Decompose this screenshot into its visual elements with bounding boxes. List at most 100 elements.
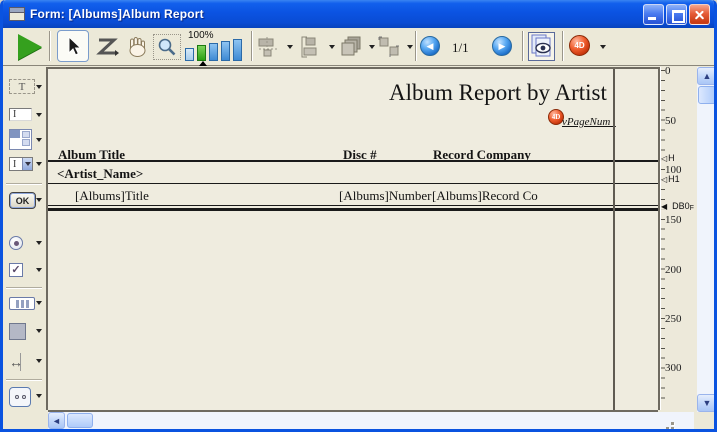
artist-name-break-object[interactable]: <Artist_Name> [57,166,143,182]
vertical-scrollbar[interactable]: ▲ ▼ [697,67,717,412]
splitter-tool-dropdown-icon[interactable] [36,359,42,363]
zoom-bar-3[interactable] [209,43,218,61]
combo-box-tool-dropdown-icon[interactable] [36,162,42,166]
page-number-variable-object[interactable]: vPageNum_ [562,116,616,128]
radio-button-tool[interactable] [9,236,23,250]
input-field-tool-dropdown-icon[interactable] [36,113,42,117]
editor-body: T I I OK ✓ ↔ [3,67,714,429]
detail-break-footer-marker[interactable]: ◀ DB0 F [661,200,694,212]
palette-separator [6,287,42,289]
scroll-left-icon[interactable]: ◄ [48,412,65,429]
break-header-section-line[interactable] [48,183,658,184]
list-box-tool[interactable] [9,129,32,150]
window-title: Form: [Albums]Album Report [30,7,204,21]
plugin-area-tool-dropdown-icon[interactable] [36,394,42,398]
scroll-down-icon[interactable]: ▼ [697,394,717,412]
rectangle-tool[interactable] [9,323,26,340]
layer-tool-button[interactable] [337,33,365,61]
field-albums-record-co[interactable]: [Albums]Record Co [432,188,538,204]
distribute-tool-button[interactable] [297,33,325,61]
ok-button-tool-icon: OK [9,192,36,209]
marker-triangle-icon: ◁ [661,175,667,184]
input-tool-icon: I [9,108,32,121]
hand-tool-button[interactable] [123,34,151,60]
database-tools-dropdown-icon[interactable] [600,45,606,49]
zoom-tool-button[interactable] [153,34,181,60]
zoom-bar-1[interactable] [185,48,194,61]
minimize-icon[interactable] [643,4,664,25]
rectangle-tool-dropdown-icon[interactable] [36,329,42,333]
marker-triangle-icon: ◀ [661,202,667,211]
static-text-tool[interactable]: T [9,79,35,94]
plugin-area-tool[interactable] [9,387,31,407]
zoom-level-control: 100% [184,29,248,65]
splitter-tool[interactable]: ↔ [9,353,33,371]
zoom-bar-4[interactable] [221,41,230,61]
layers-icon [339,35,363,59]
resize-dropdown-icon[interactable] [407,45,413,49]
play-icon [18,34,42,60]
header-section-line[interactable] [48,160,658,162]
field-albums-title[interactable]: [Albums]Title [75,188,149,204]
horizontal-scroll-thumb[interactable] [67,413,93,428]
report-title-text-object[interactable]: Album Report by Artist [389,80,607,106]
resize-tool-button[interactable] [375,33,403,61]
detail-section-line-thick[interactable] [48,208,658,211]
execute-form-button[interactable] [15,33,45,61]
zoom-bar-2-selected[interactable] [197,45,206,61]
next-page-button[interactable]: ▶ [492,36,512,56]
align-tool-button[interactable] [255,33,283,61]
break-header-marker[interactable]: ◁ H1 [661,174,680,184]
vertical-scroll-thumb[interactable] [698,86,716,104]
splitter-tool-icon: ↔ [9,353,33,371]
field-albums-number[interactable]: [Albums]Number [339,188,431,204]
resize-grip[interactable] [661,417,675,431]
scroll-up-icon[interactable]: ▲ [697,67,717,85]
combo-box-tool[interactable]: I [9,157,33,171]
horizontal-scrollbar[interactable]: ◄ ► [48,412,715,429]
form-canvas[interactable]: Album Report by Artist 4D vPageNum_ Albu… [48,69,658,410]
toolbar-separator [251,31,253,61]
input-field-tool[interactable]: I [9,108,32,121]
zoom-bar-5[interactable] [233,39,242,61]
checkbox-tool[interactable]: ✓ [9,263,23,277]
toolbar-separator [415,31,417,61]
vertical-ruler: 0 50 100 150 200 250 300 ◁ H ◁ H1 ◀ DB0 … [658,67,697,410]
button-grid-tool-dropdown-icon[interactable] [36,301,42,305]
database-tools-button[interactable]: 4D [569,35,590,56]
plugin-tool-icon [9,387,31,407]
radio-button-tool-dropdown-icon[interactable] [36,241,42,245]
previous-page-button[interactable]: ◀ [420,36,440,56]
combo-box-tool-icon: I [9,157,33,171]
checkbox-tool-dropdown-icon[interactable] [36,268,42,272]
button-tool[interactable]: OK [9,192,36,209]
vruler-label: 50 [665,115,676,127]
list-box-tool-dropdown-icon[interactable] [36,138,42,142]
detail-section-line[interactable] [48,205,658,206]
align-dropdown-icon[interactable] [287,45,293,49]
toolbar: 100% [3,28,714,66]
preview-button[interactable] [528,32,555,61]
toolbar-separator [49,31,51,61]
maximize-icon[interactable] [666,4,687,25]
4d-logo-icon: 4D [569,35,590,56]
vruler-label: 300 [665,362,682,374]
static-text-tool-dropdown-icon[interactable] [36,85,42,89]
entry-order-tool-button[interactable] [93,34,121,60]
form-editor-window: Form: [Albums]Album Report [0,0,717,432]
entry-order-icon [95,36,119,58]
header-marker[interactable]: ◁ H [661,153,675,163]
marker-triangle-icon: ◁ [661,154,667,163]
form-right-edge-line[interactable] [613,69,615,410]
titlebar[interactable]: Form: [Albums]Album Report [3,0,714,28]
distribute-dropdown-icon[interactable] [329,45,335,49]
select-tool-button[interactable] [57,30,89,62]
button-grid-tool[interactable] [9,297,35,310]
scrollbar-corner [694,412,714,429]
distribute-icon [299,35,323,59]
button-tool-dropdown-icon[interactable] [36,198,42,202]
form-window-icon [9,7,25,21]
rectangle-tool-icon [9,323,26,340]
hand-icon [126,36,148,58]
close-icon[interactable] [689,4,710,25]
